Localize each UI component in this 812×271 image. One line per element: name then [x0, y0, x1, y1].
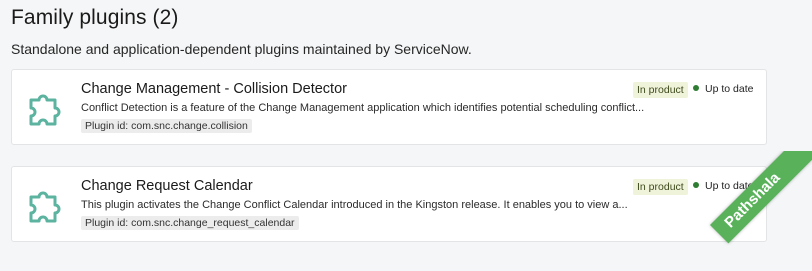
status-label: Up to date	[705, 83, 754, 95]
plugin-id: Plugin id: com.snc.change_request_calend…	[81, 216, 299, 230]
plugin-name[interactable]: Change Request Calendar	[81, 178, 253, 194]
puzzle-icon	[29, 94, 61, 126]
plugin-description: Conflict Detection is a feature of the C…	[81, 102, 645, 114]
plugin-card-change-request-calendar[interactable]: Change Request Calendar This plugin acti…	[11, 166, 767, 242]
status-dot-icon	[693, 85, 699, 91]
plugin-status: Up to date	[693, 83, 753, 95]
plugin-card-collision-detector[interactable]: Change Management - Collision Detector C…	[11, 69, 767, 145]
watermark-ribbon: Pathshala	[692, 151, 812, 271]
watermark-ribbon-text: Pathshala	[710, 151, 812, 244]
in-product-badge: In product	[633, 82, 688, 98]
section-subtitle: Standalone and application-dependent plu…	[11, 41, 472, 57]
puzzle-icon	[29, 191, 61, 223]
in-product-badge: In product	[633, 179, 688, 195]
plugin-id: Plugin id: com.snc.change.collision	[81, 119, 252, 133]
plugin-description: This plugin activates the Change Conflic…	[81, 199, 628, 211]
section-title: Family plugins (2)	[11, 6, 179, 29]
plugin-name[interactable]: Change Management - Collision Detector	[81, 81, 347, 97]
